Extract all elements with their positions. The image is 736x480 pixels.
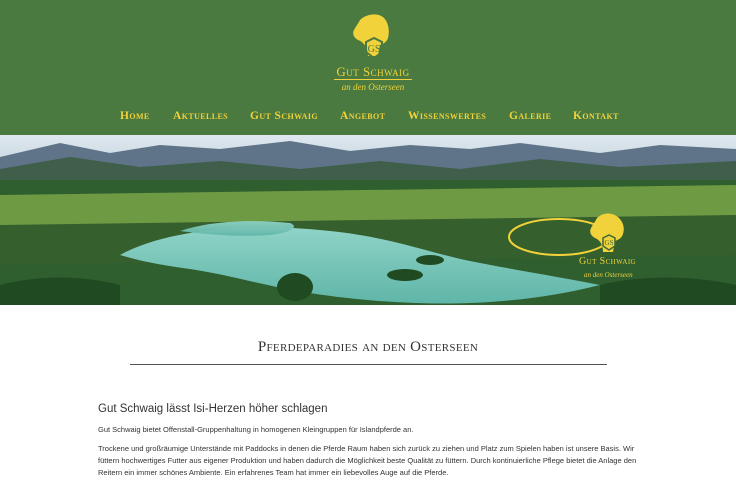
hero-logo-overlay: GS	[508, 213, 624, 256]
hero-banner: GS Gut Schwaig an den Osterseen	[0, 135, 736, 305]
hero-logo-tagline: an den Osterseen	[584, 271, 633, 279]
main-nav: Home Aktuelles Gut Schwaig Angebot Wisse…	[0, 110, 736, 128]
nav-item-aktuelles[interactable]: Aktuelles	[173, 110, 228, 122]
nav-item-kontakt[interactable]: Kontakt	[573, 110, 619, 122]
body-paragraph: Trockene und großräumige Unterstände mit…	[98, 444, 637, 477]
page-title: Pferdeparadies an den Osterseen	[257, 339, 479, 355]
nav-item-home[interactable]: Home	[120, 110, 150, 122]
svg-text:GS: GS	[605, 239, 614, 247]
hero-logo-brand: Gut Schwaig	[579, 256, 637, 267]
horse-head-icon: GS	[353, 14, 389, 60]
logo-brand-text: Gut Schwaig	[336, 64, 410, 79]
intro-paragraph: Gut Schwaig bietet Offenstall-Gruppenhal…	[98, 425, 414, 434]
logo-divider	[334, 79, 412, 80]
svg-text:GS: GS	[368, 44, 381, 55]
section-subheading: Gut Schwaig lässt Isi-Herzen höher schla…	[98, 403, 328, 415]
nav-item-angebot[interactable]: Angebot	[340, 110, 385, 122]
nav-item-gut-schwaig[interactable]: Gut Schwaig	[250, 110, 318, 122]
nav-item-galerie[interactable]: Galerie	[509, 110, 551, 122]
title-divider	[130, 364, 607, 365]
site-logo[interactable]: GS Gut Schwaig an den Osterseen	[328, 12, 418, 92]
logo-tagline: an den Osterseen	[341, 82, 405, 92]
main-content: Pferdeparadies an den Osterseen Gut Schw…	[0, 305, 736, 480]
site-header: GS Gut Schwaig an den Osterseen Home Akt…	[0, 0, 736, 135]
nav-item-wissenswertes[interactable]: Wissenswertes	[408, 110, 486, 122]
